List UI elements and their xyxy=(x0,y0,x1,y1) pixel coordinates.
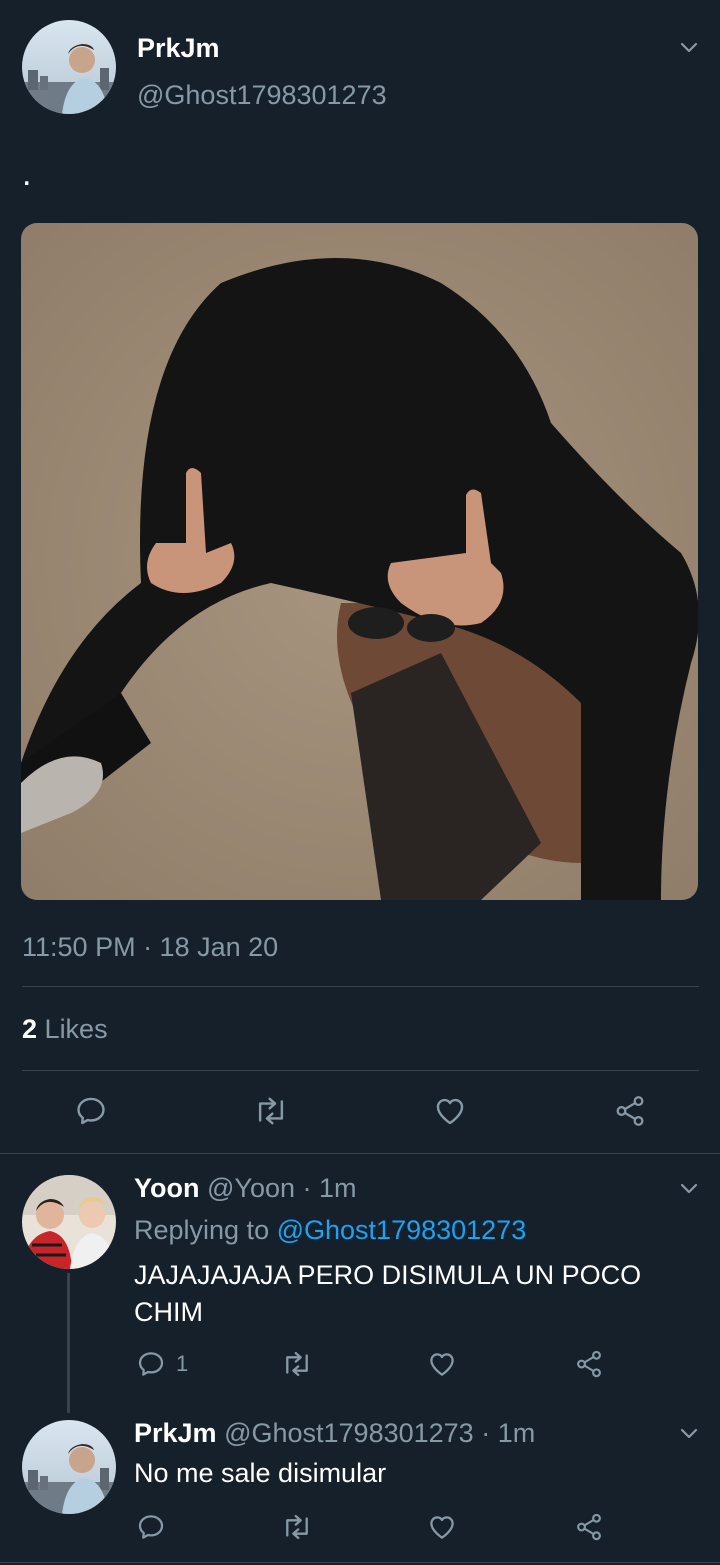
like-icon[interactable] xyxy=(433,1094,467,1128)
replying-to-label: Replying to xyxy=(134,1215,270,1245)
reply-text-line: CHIM xyxy=(134,1297,203,1327)
author-handle[interactable]: @Ghost1798301273 xyxy=(137,80,387,111)
author-name[interactable]: PrkJm xyxy=(137,33,220,64)
reply-header: PrkJm @Ghost1798301273 · 1m xyxy=(134,1418,535,1449)
reply-text: No me sale disimular xyxy=(134,1458,387,1488)
reply-header: Yoon @Yoon · 1m xyxy=(134,1173,357,1204)
share-icon[interactable] xyxy=(612,1094,648,1128)
reply-author-name[interactable]: PrkJm xyxy=(134,1418,217,1448)
share-icon[interactable] xyxy=(574,1512,604,1542)
tweet-photo[interactable] xyxy=(21,223,698,900)
divider xyxy=(22,986,699,987)
chevron-down-icon[interactable] xyxy=(678,1422,700,1444)
reply-time: · 1m xyxy=(481,1418,536,1448)
author-avatar[interactable] xyxy=(22,20,116,114)
divider xyxy=(0,1562,720,1563)
retweet-icon[interactable] xyxy=(280,1512,314,1542)
retweet-icon[interactable] xyxy=(252,1094,290,1128)
replying-to: Replying to @Ghost1798301273 xyxy=(134,1215,526,1246)
reply-text: JAJAJAJAJA PERO DISIMULA UN POCO CHIM xyxy=(134,1257,641,1331)
tweet-text: . xyxy=(22,155,32,193)
likes-label: Likes xyxy=(44,1014,108,1044)
reply-icon xyxy=(136,1349,166,1379)
chevron-down-icon[interactable] xyxy=(678,1177,700,1199)
reply-text-line: JAJAJAJAJA PERO DISIMULA UN POCO xyxy=(134,1260,642,1290)
divider xyxy=(0,1153,720,1154)
reply-icon[interactable] xyxy=(74,1094,108,1128)
reply-avatar[interactable] xyxy=(22,1175,116,1269)
thread-line xyxy=(67,1273,70,1413)
likes-stat[interactable]: 2 Likes xyxy=(22,1014,108,1045)
reply-count: 1 xyxy=(176,1351,189,1376)
tweet-timestamp[interactable]: 11:50 PM · 18 Jan 20 xyxy=(22,932,278,963)
reply-time: · 1m xyxy=(302,1173,357,1203)
divider xyxy=(22,1070,699,1071)
likes-count: 2 xyxy=(22,1014,38,1044)
replying-to-handle[interactable]: @Ghost1798301273 xyxy=(277,1215,527,1245)
reply-author-handle[interactable]: @Yoon xyxy=(207,1173,295,1203)
reply-button[interactable]: 1 xyxy=(136,1349,188,1379)
reply-author-name[interactable]: Yoon xyxy=(134,1173,199,1203)
share-icon[interactable] xyxy=(574,1349,604,1379)
reply-author-handle[interactable]: @Ghost1798301273 xyxy=(224,1418,474,1448)
like-icon[interactable] xyxy=(427,1349,457,1379)
like-icon[interactable] xyxy=(427,1512,457,1542)
reply-avatar[interactable] xyxy=(22,1420,116,1514)
reply-icon[interactable] xyxy=(136,1512,166,1542)
retweet-icon[interactable] xyxy=(280,1349,314,1379)
chevron-down-icon[interactable] xyxy=(678,36,700,58)
